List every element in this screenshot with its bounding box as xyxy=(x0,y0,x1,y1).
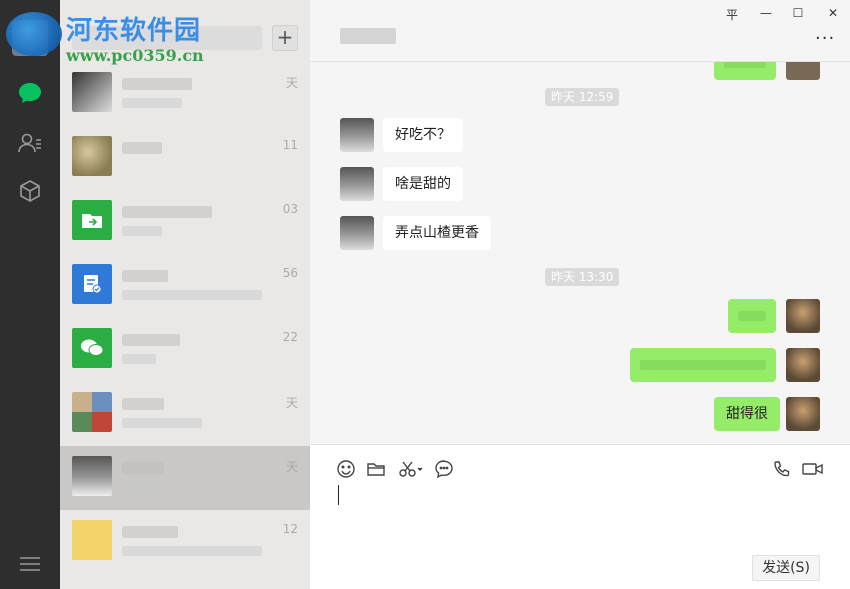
group-thumbnail xyxy=(72,392,112,432)
self-avatar[interactable] xyxy=(786,397,820,431)
maximize-button[interactable]: ☐ xyxy=(788,6,808,20)
chat-thumbnail xyxy=(72,136,112,176)
chat-name-redacted xyxy=(122,206,212,218)
chat-time: 03 xyxy=(282,202,298,216)
chat-time: 天 xyxy=(285,76,298,90)
folder-icon[interactable] xyxy=(366,459,386,479)
timestamp: 昨天 13:30 xyxy=(545,268,620,286)
chat-time: 11 xyxy=(282,138,298,152)
chat-preview-redacted xyxy=(122,226,162,236)
video-call-icon[interactable] xyxy=(802,459,824,479)
contacts-icon[interactable] xyxy=(17,130,43,156)
chat-thumbnail xyxy=(72,456,112,496)
chat-preview-redacted xyxy=(122,482,162,492)
menu-icon[interactable] xyxy=(19,556,41,572)
app-window: 平 — ☐ ✕ ··· 昨天 12:59 好吃不？ 啥是甜的 弄点山楂更香 昨天… xyxy=(0,0,850,589)
text-cursor xyxy=(338,485,339,505)
chat-history-icon[interactable] xyxy=(434,459,454,479)
message-bubble-in: 啥是甜的 xyxy=(383,167,463,201)
chat-list-item[interactable]: 22 xyxy=(60,318,310,382)
chat-time: 22 xyxy=(282,330,298,344)
message-bubble-out xyxy=(630,348,776,382)
chat-panel: 平 — ☐ ✕ ··· 昨天 12:59 好吃不？ 啥是甜的 弄点山楂更香 昨天… xyxy=(310,0,850,589)
chat-thumbnail xyxy=(72,72,112,112)
chat-list-item[interactable]: 天 xyxy=(60,382,310,446)
add-chat-button[interactable]: + xyxy=(272,25,298,51)
chat-header: 平 — ☐ ✕ ··· xyxy=(310,0,850,62)
chat-time: 12 xyxy=(282,522,298,536)
message-bubble-out xyxy=(728,299,776,333)
minimize-button[interactable]: — xyxy=(756,6,776,20)
message-bubble-out: 甜得很 xyxy=(714,397,780,431)
chat-preview-redacted xyxy=(122,546,262,556)
left-nav xyxy=(0,0,60,589)
phone-icon[interactable] xyxy=(772,459,792,479)
document-icon xyxy=(72,264,112,304)
box-icon[interactable] xyxy=(17,178,43,204)
chat-list-item-active[interactable]: 天 xyxy=(60,446,310,510)
composer: 发送(S) xyxy=(310,444,850,589)
chat-name-redacted xyxy=(122,142,162,154)
self-avatar[interactable] xyxy=(786,348,820,382)
chat-name-redacted xyxy=(122,334,180,346)
file-transfer-icon xyxy=(72,200,112,240)
chat-name-redacted xyxy=(122,78,192,90)
chat-name-redacted xyxy=(122,462,164,474)
chat-name-redacted xyxy=(122,270,168,282)
chat-preview-redacted xyxy=(122,98,182,108)
contact-avatar[interactable] xyxy=(340,167,374,201)
chat-time: 天 xyxy=(285,460,298,474)
chat-list-item[interactable]: 03 xyxy=(60,190,310,254)
chat-time: 56 xyxy=(282,266,298,280)
chat-name-redacted xyxy=(122,398,164,410)
screenshot-scissors-icon[interactable] xyxy=(398,459,424,479)
chat-preview-redacted xyxy=(122,354,156,364)
more-options-icon[interactable]: ··· xyxy=(815,28,835,49)
chat-preview-redacted xyxy=(122,290,262,300)
self-avatar[interactable] xyxy=(786,299,820,333)
chat-list-item[interactable]: 12 xyxy=(60,510,310,574)
send-button[interactable]: 发送(S) xyxy=(752,555,820,581)
pin-button[interactable]: 平 xyxy=(722,6,742,23)
chat-list-item[interactable]: 天 xyxy=(60,62,310,126)
contact-avatar[interactable] xyxy=(340,118,374,152)
watermark-url: www.pc0359.cn xyxy=(66,46,204,65)
timestamp: 昨天 12:59 xyxy=(545,88,620,106)
chat-thumbnail xyxy=(72,520,112,560)
self-avatar[interactable] xyxy=(786,62,820,80)
message-bubble-in: 好吃不？ xyxy=(383,118,463,152)
close-button[interactable]: ✕ xyxy=(823,6,843,20)
chat-icon[interactable] xyxy=(17,80,43,106)
message-bubble-in: 弄点山楂更香 xyxy=(383,216,491,250)
contact-avatar[interactable] xyxy=(340,216,374,250)
watermark-logo-icon xyxy=(6,12,62,56)
chat-list-item[interactable]: 56 xyxy=(60,254,310,318)
watermark-title: 河东软件园 xyxy=(66,16,202,46)
emoji-icon[interactable] xyxy=(336,459,356,479)
chat-name-redacted xyxy=(122,526,178,538)
message-bubble-out xyxy=(714,62,776,80)
chat-time: 天 xyxy=(285,396,298,410)
chat-title-redacted xyxy=(340,28,396,44)
wechat-pay-icon xyxy=(72,328,112,368)
site-watermark: 河东软件园 www.pc0359.cn xyxy=(0,0,230,70)
chat-preview-redacted xyxy=(122,418,202,428)
message-area: 昨天 12:59 好吃不？ 啥是甜的 弄点山楂更香 昨天 13:30 甜得很 xyxy=(310,62,850,444)
chat-list-item[interactable]: 11 xyxy=(60,126,310,190)
